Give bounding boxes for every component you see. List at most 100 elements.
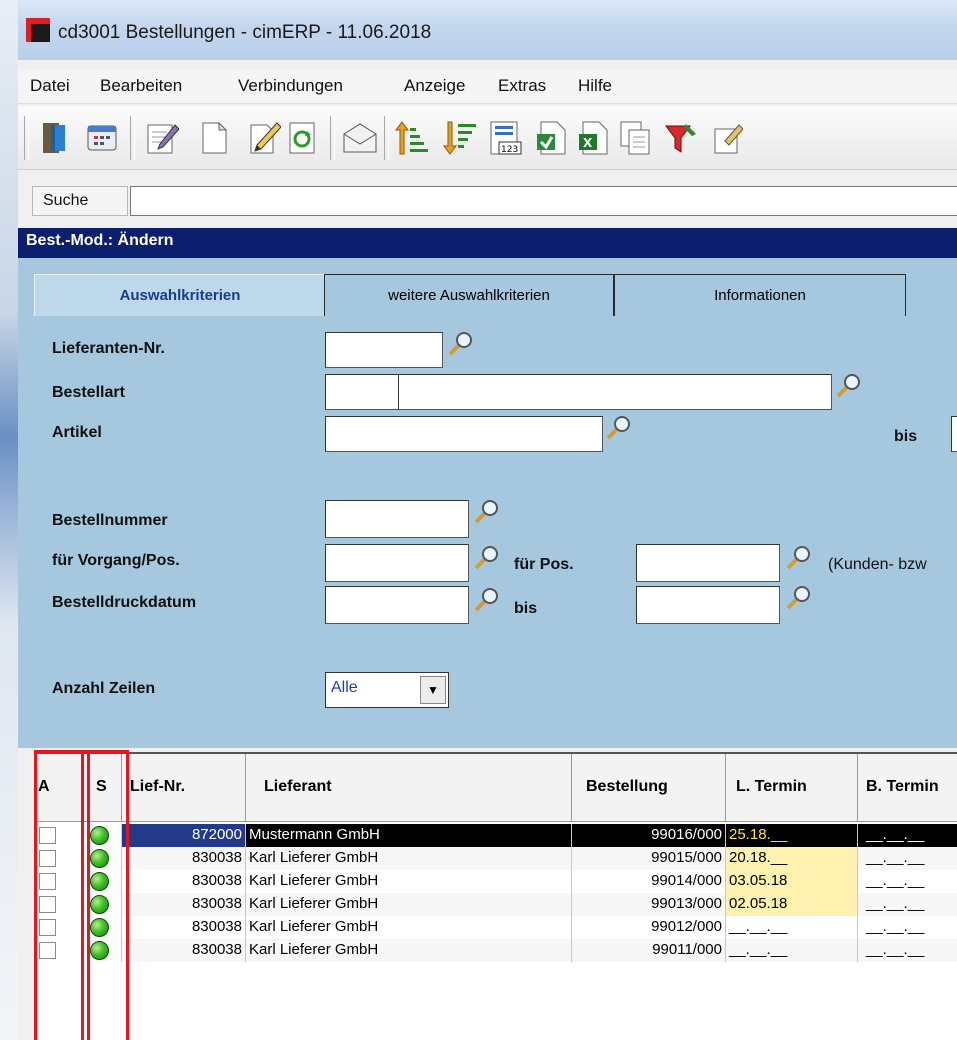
fuer-pos-field[interactable] (636, 544, 780, 582)
column-header-bestellung[interactable]: Bestellung (572, 754, 726, 822)
window-title: cd3001 Bestellungen - cimERP - 11.06.201… (58, 22, 432, 43)
refresh-document-icon[interactable] (282, 116, 322, 160)
highlight-column-s (81, 750, 129, 1040)
lief-nr-cell: 830038 (122, 939, 246, 962)
bestellart-code-field[interactable] (325, 374, 399, 410)
title-bar[interactable]: cd3001 Bestellungen - cimERP - 11.06.201… (18, 0, 957, 60)
table-row[interactable]: 872000 Mustermann GmbH 99016/000 25.18.__ __… (34, 824, 957, 847)
lieferanten-nr-field[interactable] (325, 332, 443, 368)
lieferant-cell: Karl Lieferer GmbH (246, 939, 572, 962)
menu-bar: Datei Bearbeiten Verbindungen Anzeige Ex… (18, 70, 957, 104)
lookup-magnifier-icon[interactable] (472, 498, 500, 526)
lief-nr-cell: 872000 (122, 824, 246, 847)
bestellung-cell: 99014/000 (572, 870, 726, 893)
sort-ascending-icon[interactable] (392, 116, 432, 160)
mode-bar: Best.-Mod.: Ändern (18, 228, 957, 258)
b-termin-cell: __.__.__ (858, 847, 957, 870)
artikel-label: Artikel (52, 424, 102, 441)
desktop-background (0, 0, 18, 1040)
filter-funnel-icon[interactable] (662, 116, 702, 160)
excel-export-icon[interactable]: X (574, 116, 614, 160)
menu-hilfe[interactable]: Hilfe (578, 76, 612, 96)
menu-verbindungen[interactable]: Verbindungen (238, 76, 343, 96)
export-document-icon[interactable] (532, 116, 572, 160)
results-table: A S Lief-Nr. Lieferant Bestellung L. Ter… (34, 752, 957, 1040)
app-icon (26, 18, 50, 42)
artikel-bis-field[interactable] (951, 416, 957, 452)
l-termin-cell: __.__.__ (726, 916, 858, 939)
svg-text:123: 123 (501, 145, 518, 155)
b-termin-cell: __.__.__ (858, 916, 957, 939)
lookup-magnifier-icon[interactable] (446, 330, 474, 358)
chevron-down-icon[interactable]: ▼ (420, 676, 446, 704)
vorgang-field[interactable] (325, 544, 469, 582)
exit-door-icon[interactable] (34, 116, 74, 160)
lief-nr-cell: 830038 (122, 916, 246, 939)
table-row[interactable]: 830038 Karl Lieferer GmbH 99015/000 20.18._… (34, 847, 957, 870)
toolbar-separator (384, 116, 389, 160)
bestellnummer-label: Bestellnummer (52, 512, 168, 529)
lookup-magnifier-icon[interactable] (784, 584, 812, 612)
lieferanten-nr-label: Lieferanten-Nr. (52, 340, 165, 357)
menu-datei[interactable]: Datei (30, 76, 70, 96)
bestelldruckdatum-from-field[interactable] (325, 586, 469, 624)
bestellung-cell: 99015/000 (572, 847, 726, 870)
bestellung-cell: 99013/000 (572, 893, 726, 916)
lief-nr-cell: 830038 (122, 847, 246, 870)
edit-checklist-icon[interactable] (142, 116, 182, 160)
anzahl-zeilen-select[interactable]: Alle ▼ (325, 672, 449, 708)
l-termin-cell: 03.05.18 (726, 870, 858, 893)
lookup-magnifier-icon[interactable] (604, 414, 632, 442)
lieferant-cell: Karl Lieferer GmbH (246, 893, 572, 916)
column-header-l-termin[interactable]: L. Termin (726, 754, 858, 822)
artikel-field[interactable] (325, 416, 603, 452)
b-termin-cell: __.__.__ (858, 870, 957, 893)
bestellart-text-field[interactable] (398, 374, 832, 410)
lookup-magnifier-icon[interactable] (834, 372, 862, 400)
table-row[interactable]: 830038 Karl Lieferer GmbH 99013/000 02.05.1… (34, 893, 957, 916)
column-header-lieferant[interactable]: Lieferant (246, 754, 572, 822)
toolbar-separator (130, 116, 135, 160)
tab-auswahlkriterien[interactable]: Auswahlkriterien (34, 274, 326, 316)
b-termin-cell: __.__.__ (858, 939, 957, 962)
copy-pages-icon[interactable] (616, 116, 656, 160)
svg-text:X: X (583, 136, 593, 150)
table-row[interactable]: 830038 Karl Lieferer GmbH 99014/000 03.05.1… (34, 870, 957, 893)
lieferant-cell: Karl Lieferer GmbH (246, 870, 572, 893)
lieferant-cell: Mustermann GmbH (246, 824, 572, 847)
new-document-icon[interactable] (194, 116, 234, 160)
search-input[interactable] (130, 186, 957, 216)
bestellung-cell: 99011/000 (572, 939, 726, 962)
edit-tool-icon[interactable] (708, 116, 748, 160)
lookup-magnifier-icon[interactable] (472, 544, 500, 572)
bestellnummer-field[interactable] (325, 500, 469, 538)
column-header-b-termin[interactable]: B. Termin (858, 754, 957, 822)
column-header-lief-nr[interactable]: Lief-Nr. (122, 754, 246, 822)
menu-anzeige[interactable]: Anzeige (404, 76, 465, 96)
sort-descending-icon[interactable] (440, 116, 480, 160)
lieferant-cell: Karl Lieferer GmbH (246, 916, 572, 939)
artikel-bis-label: bis (894, 428, 918, 445)
toolbar-separator (330, 116, 335, 160)
lookup-magnifier-icon[interactable] (472, 586, 500, 614)
tab-weitere-auswahlkriterien[interactable]: weitere Auswahlkriterien (324, 274, 614, 316)
bestelldruckdatum-bis-label: bis (514, 600, 538, 617)
numbered-list-icon[interactable]: 123 (486, 116, 526, 160)
calendar-icon[interactable] (82, 116, 122, 160)
toolbar: 123 X (18, 106, 957, 170)
l-termin-cell: __.__.__ (726, 939, 858, 962)
menu-bearbeiten[interactable]: Bearbeiten (100, 76, 182, 96)
toolbar-separator (24, 116, 29, 160)
tab-informationen[interactable]: Informationen (614, 274, 906, 316)
table-row[interactable]: 830038 Karl Lieferer GmbH 99011/000 __.__._… (34, 939, 957, 962)
edit-pencil-icon[interactable] (244, 116, 284, 160)
anzahl-zeilen-label: Anzahl Zeilen (52, 680, 156, 697)
lieferant-cell: Karl Lieferer GmbH (246, 847, 572, 870)
mail-envelope-icon[interactable] (340, 116, 380, 160)
b-termin-cell: __.__.__ (858, 893, 957, 916)
bestelldruckdatum-to-field[interactable] (636, 586, 780, 624)
lookup-magnifier-icon[interactable] (784, 544, 812, 572)
menu-extras[interactable]: Extras (498, 76, 546, 96)
vorgang-label: für Vorgang/Pos. (52, 552, 180, 569)
table-row[interactable]: 830038 Karl Lieferer GmbH 99012/000 __.__._… (34, 916, 957, 939)
